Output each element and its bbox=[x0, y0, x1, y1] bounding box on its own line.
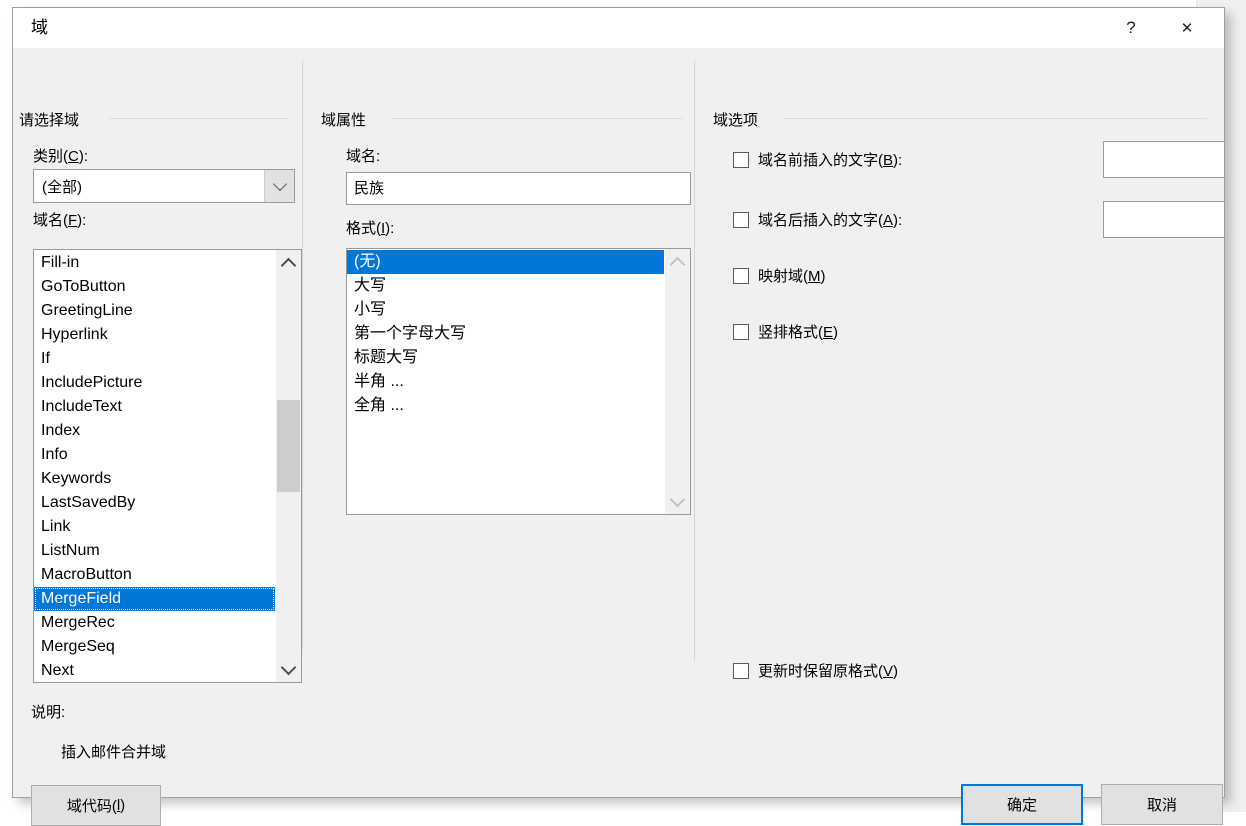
format-list-item[interactable]: 全角 ... bbox=[347, 394, 664, 418]
format-list-item[interactable]: 标题大写 bbox=[347, 346, 664, 370]
description-value: 插入邮件合并域 bbox=[61, 744, 167, 761]
scroll-up-icon-disabled bbox=[665, 251, 690, 273]
format-list-item[interactable]: (无) bbox=[347, 250, 664, 274]
field-list-item[interactable]: Index bbox=[34, 419, 275, 443]
checkbox-text-after-field[interactable] bbox=[733, 211, 749, 228]
description-label: 说明: bbox=[31, 704, 66, 721]
field-list-item[interactable]: Fill-in bbox=[34, 251, 275, 275]
preserve-formatting-row[interactable]: 更新时保留原格式(V) bbox=[733, 660, 898, 681]
option-row-text-after-field[interactable]: 域名后插入的文字(A): bbox=[733, 209, 902, 230]
field-list-item[interactable]: Keywords bbox=[34, 467, 275, 491]
option-row-mapped-field[interactable]: 映射域(M) bbox=[733, 265, 826, 286]
scroll-down-icon-disabled bbox=[665, 490, 690, 512]
dialog-title: 域 bbox=[31, 18, 48, 37]
label-text-after-field: 域名后插入的文字(A): bbox=[758, 212, 903, 229]
help-icon[interactable]: ? bbox=[1108, 8, 1154, 47]
option-row-vertical-formatting[interactable]: 竖排格式(E) bbox=[733, 321, 838, 342]
scroll-down-icon[interactable] bbox=[276, 658, 301, 680]
field-name-label: 域名: bbox=[346, 148, 381, 165]
label-mapped-field: 映射域(M) bbox=[758, 268, 826, 285]
field-list-item[interactable]: Next bbox=[34, 659, 275, 682]
close-icon[interactable]: ✕ bbox=[1164, 8, 1210, 47]
input-text-after-field[interactable] bbox=[1103, 201, 1225, 238]
field-options-group-rule bbox=[783, 118, 1207, 119]
field-codes-button[interactable]: 域代码(l) bbox=[31, 785, 161, 826]
field-list-item[interactable]: ListNum bbox=[34, 539, 275, 563]
field-name-input-value: 民族 bbox=[354, 180, 385, 197]
format-list-item[interactable]: 大写 bbox=[347, 274, 664, 298]
panel-separator-left bbox=[302, 61, 303, 649]
field-list-item[interactable]: IncludePicture bbox=[34, 371, 275, 395]
field-list-item[interactable]: MergeRec bbox=[34, 611, 275, 635]
fieldname-list-label: 域名(F): bbox=[33, 212, 87, 229]
category-label: 类别(C): bbox=[33, 148, 89, 165]
field-list-item[interactable]: MergeSeq bbox=[34, 635, 275, 659]
field-list-item[interactable]: Info bbox=[34, 443, 275, 467]
format-list-items: (无) 大写 小写 第一个字母大写 标题大写 半角 ... 全角 ... bbox=[347, 249, 664, 514]
preserve-formatting-label: 更新时保留原格式(V) bbox=[758, 663, 899, 680]
chevron-down-icon[interactable] bbox=[264, 170, 294, 202]
label-text-before-field: 域名前插入的文字(B): bbox=[758, 152, 903, 169]
select-field-group-caption: 请选择域 bbox=[19, 112, 80, 129]
field-list-item[interactable]: If bbox=[34, 347, 275, 371]
field-list-item[interactable]: MergeField bbox=[34, 587, 275, 611]
format-list-scrollbar[interactable] bbox=[664, 249, 690, 514]
ok-button[interactable]: 确定 bbox=[961, 784, 1083, 825]
scroll-up-icon[interactable] bbox=[276, 252, 301, 274]
field-list-item[interactable]: LastSavedBy bbox=[34, 491, 275, 515]
field-name-list-items: Fill-in GoToButton GreetingLine Hyperlink If… bbox=[34, 250, 275, 682]
field-name-input[interactable]: 民族 bbox=[346, 172, 691, 205]
input-text-before-field[interactable] bbox=[1103, 141, 1225, 178]
category-combobox-value: (全部) bbox=[42, 178, 82, 196]
field-list-item[interactable]: GreetingLine bbox=[34, 299, 275, 323]
field-options-group-caption: 域选项 bbox=[713, 112, 759, 129]
select-field-group-rule bbox=[109, 118, 289, 119]
format-label: 格式(I): bbox=[346, 220, 395, 237]
dialog-body: 请选择域 类别(C): (全部) 域名(F): Fill-in GoToButto… bbox=[13, 49, 1225, 826]
format-list-item[interactable]: 第一个字母大写 bbox=[347, 322, 664, 346]
field-name-listbox[interactable]: Fill-in GoToButton GreetingLine Hyperlink If… bbox=[33, 249, 302, 683]
dialog-titlebar: 域 ? ✕ bbox=[13, 8, 1224, 49]
field-dialog: 域 ? ✕ 请选择域 类别(C): (全部) 域名(F): Fill-in GoT… bbox=[12, 7, 1225, 826]
field-list-item[interactable]: Hyperlink bbox=[34, 323, 275, 347]
format-list-item[interactable]: 小写 bbox=[347, 298, 664, 322]
format-listbox[interactable]: (无) 大写 小写 第一个字母大写 标题大写 半角 ... 全角 ... bbox=[346, 248, 691, 515]
field-list-item[interactable]: GoToButton bbox=[34, 275, 275, 299]
preserve-formatting-checkbox[interactable] bbox=[733, 662, 749, 679]
checkbox-vertical-formatting[interactable] bbox=[733, 323, 749, 340]
field-list-item[interactable]: IncludeText bbox=[34, 395, 275, 419]
cancel-button[interactable]: 取消 bbox=[1101, 784, 1223, 825]
field-list-item[interactable]: Link bbox=[34, 515, 275, 539]
label-vertical-formatting: 竖排格式(E) bbox=[758, 324, 839, 341]
field-properties-group-rule bbox=[391, 118, 683, 119]
format-list-item[interactable]: 半角 ... bbox=[347, 370, 664, 394]
checkbox-text-before-field[interactable] bbox=[733, 151, 749, 168]
panel-separator-right bbox=[694, 61, 695, 661]
checkbox-mapped-field[interactable] bbox=[733, 267, 749, 284]
field-list-item[interactable]: MacroButton bbox=[34, 563, 275, 587]
option-row-text-before-field[interactable]: 域名前插入的文字(B): bbox=[733, 149, 902, 170]
field-list-scrollbar[interactable] bbox=[275, 250, 301, 682]
field-list-scroll-thumb[interactable] bbox=[277, 400, 300, 492]
category-combobox[interactable]: (全部) bbox=[33, 169, 295, 203]
field-properties-group-caption: 域属性 bbox=[321, 112, 367, 129]
